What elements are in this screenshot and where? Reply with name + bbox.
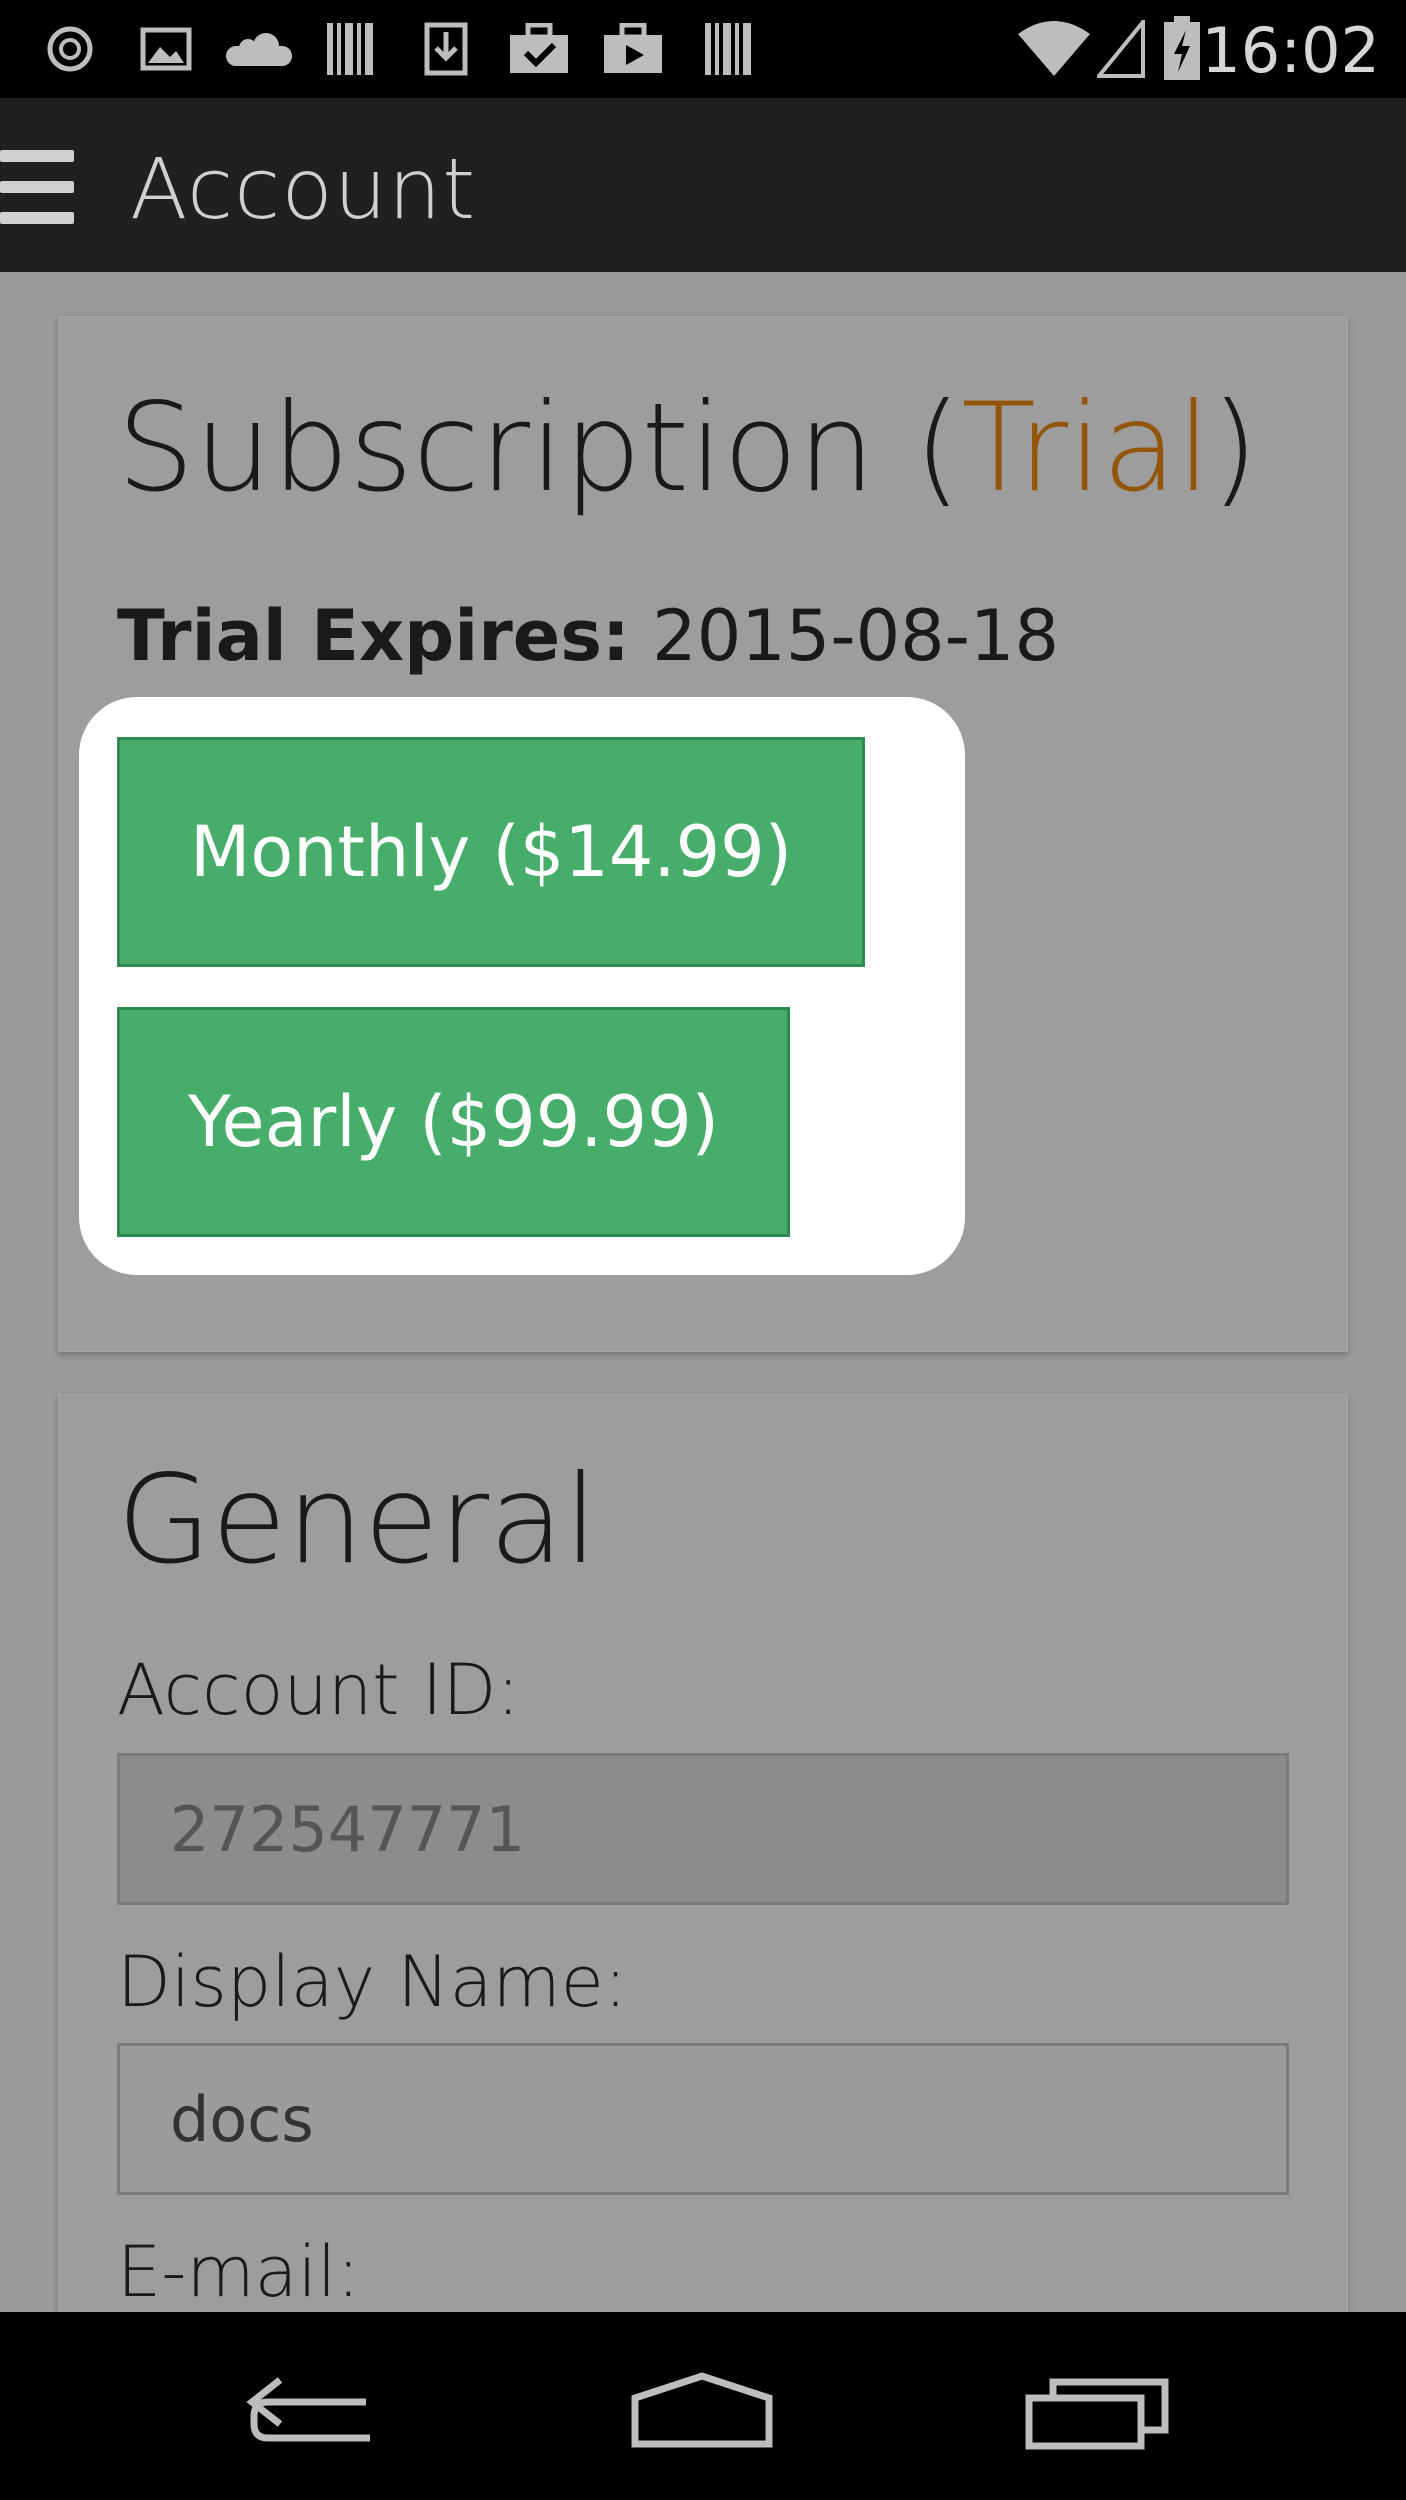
trial-expires: Trial Expires: 2015-08-18 bbox=[117, 595, 1059, 677]
status-bar: 16:02 bbox=[0, 0, 1406, 98]
trial-expires-value: 2015-08-18 bbox=[652, 595, 1059, 677]
action-bar: Account bbox=[0, 98, 1406, 272]
subscription-card: Subscription (Trial) Trial Expires: 2015… bbox=[58, 316, 1348, 1352]
signal-icon bbox=[1096, 20, 1146, 78]
cloud-icon bbox=[224, 22, 294, 76]
page-title: Account bbox=[130, 140, 477, 238]
general-title: General bbox=[117, 1449, 598, 1591]
monthly-plan-button[interactable]: Monthly ($14.99) bbox=[117, 737, 865, 967]
back-icon[interactable] bbox=[230, 2362, 390, 2462]
general-card: General Account ID: 272547771 Display Na… bbox=[58, 1394, 1348, 2312]
plan-options: Monthly ($14.99) Yearly ($99.99) bbox=[79, 697, 965, 1275]
menu-icon[interactable] bbox=[0, 150, 74, 224]
yearly-plan-button[interactable]: Yearly ($99.99) bbox=[117, 1007, 790, 1237]
email-label: E-mail: bbox=[117, 2231, 361, 2312]
account-id-field: 272547771 bbox=[117, 1753, 1289, 1905]
play-briefcase-icon bbox=[600, 22, 666, 76]
image-icon bbox=[136, 22, 196, 76]
home-icon[interactable] bbox=[622, 2362, 782, 2462]
clipboard-check-icon bbox=[506, 22, 572, 76]
barcode-icon bbox=[700, 22, 756, 76]
display-name-label: Display Name: bbox=[117, 1941, 628, 2023]
clock: 16:02 bbox=[1201, 14, 1380, 87]
trial-expires-label: Trial Expires: bbox=[117, 595, 630, 677]
barcode-icon bbox=[322, 22, 378, 76]
navigation-bar bbox=[0, 2312, 1406, 2500]
battery-charging-icon bbox=[1158, 16, 1206, 80]
recent-apps-icon[interactable] bbox=[1018, 2362, 1178, 2462]
content-area[interactable]: Subscription (Trial) Trial Expires: 2015… bbox=[0, 272, 1406, 2312]
display-name-field[interactable]: docs bbox=[117, 2043, 1289, 2195]
trial-status: Trial bbox=[961, 377, 1211, 519]
sync-icon bbox=[40, 22, 100, 76]
account-id-label: Account ID: bbox=[117, 1649, 521, 1731]
subscription-title: Subscription (Trial) bbox=[117, 377, 1259, 519]
wifi-icon bbox=[1014, 21, 1094, 76]
download-icon bbox=[418, 22, 474, 76]
